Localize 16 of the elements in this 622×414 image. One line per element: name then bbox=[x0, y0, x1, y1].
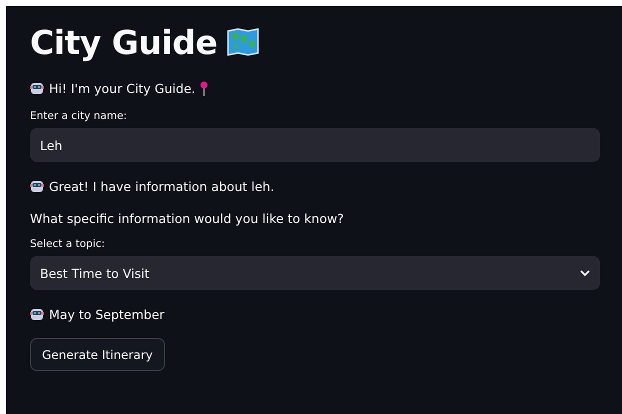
map-icon bbox=[227, 28, 260, 56]
generate-itinerary-button[interactable]: Generate Itinerary bbox=[30, 338, 165, 371]
chevron-down-icon bbox=[580, 270, 590, 276]
robot-icon bbox=[30, 179, 44, 193]
robot-icon bbox=[30, 81, 44, 95]
question-text: What specific information would you like to know? bbox=[30, 210, 344, 226]
page-title: City Guide bbox=[30, 22, 218, 62]
chat-message: May to September bbox=[49, 306, 164, 322]
chat-message: Hi! I'm your City Guide. bbox=[49, 80, 196, 96]
pushpin-icon bbox=[200, 80, 208, 96]
city-input-field[interactable]: Leh bbox=[30, 128, 600, 162]
field-label: Enter a city name: bbox=[30, 110, 128, 122]
field-label: Select a topic: bbox=[30, 238, 106, 250]
chat-message: Great! I have information about leh. bbox=[49, 178, 274, 194]
topic-dropdown[interactable]: Best Time to Visit bbox=[30, 256, 600, 290]
robot-icon bbox=[30, 307, 44, 321]
